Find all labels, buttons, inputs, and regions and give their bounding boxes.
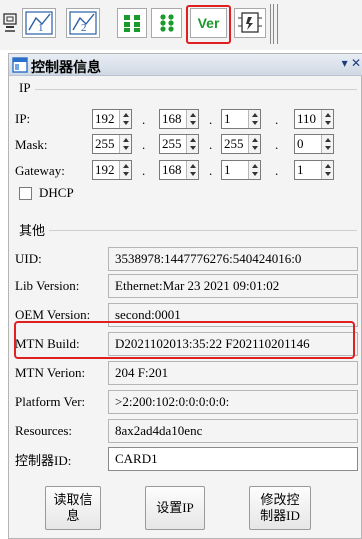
spinner-arrows-icon[interactable] bbox=[119, 110, 131, 128]
chart-2-icon[interactable]: 2 bbox=[66, 8, 100, 38]
panel-title: 控制器信息 bbox=[31, 59, 101, 75]
lib-version-field: Ethernet:Mar 23 2021 09:01:02 bbox=[108, 274, 358, 298]
svg-text:1: 1 bbox=[38, 22, 44, 34]
pin-dropdown-icon[interactable]: ▾ bbox=[342, 56, 348, 70]
mask-octet-4[interactable]: 0 bbox=[294, 134, 334, 154]
lib-version-label: Lib Version: bbox=[15, 278, 80, 293]
platform-ver-field: >2:200:102:0:0:0:0:0: bbox=[108, 390, 358, 414]
toolbar-divider bbox=[277, 4, 278, 44]
spinner-arrows-icon[interactable] bbox=[186, 110, 198, 128]
mtn-verion-field: 204 F:201 bbox=[108, 361, 358, 385]
resources-field: 8ax2ad4da10enc bbox=[108, 419, 358, 443]
mask-label: Mask: bbox=[15, 137, 48, 152]
ip-octet-4[interactable]: 110 bbox=[294, 109, 334, 129]
modify-id-label-line1: 修改控 bbox=[260, 492, 300, 507]
group-divider bbox=[35, 89, 357, 90]
device-icon[interactable] bbox=[234, 8, 266, 38]
svg-text:2: 2 bbox=[81, 22, 87, 34]
resources-label: Resources: bbox=[15, 423, 73, 438]
set-ip-label: 设置IP bbox=[156, 500, 194, 515]
spinner-arrows-icon[interactable] bbox=[248, 135, 260, 153]
read-info-label-line1: 读取信 bbox=[53, 492, 93, 507]
modify-controller-id-button[interactable]: 修改控 制器ID bbox=[249, 486, 311, 530]
mask-octet-1[interactable]: 255 bbox=[92, 134, 132, 154]
other-group-title: 其他 bbox=[19, 223, 46, 238]
spinner-arrows-icon[interactable] bbox=[321, 161, 333, 179]
modify-id-label-line2: 制器ID bbox=[260, 508, 300, 523]
mask-octet-2[interactable]: 255 bbox=[159, 134, 199, 154]
controller-id-label: 控制器ID: bbox=[15, 453, 72, 468]
controller-info-panel: 控制器信息 ▾ ✕ IP IP: 192 . 168 . 1 . 110 Mas… bbox=[8, 53, 362, 539]
panel-header: 控制器信息 ▾ ✕ bbox=[9, 54, 362, 76]
grid-icon[interactable] bbox=[117, 8, 147, 38]
toolbar: 1 2 Ver bbox=[0, 0, 362, 50]
spinner-arrows-icon[interactable] bbox=[119, 161, 131, 179]
platform-ver-label: Platform Ver: bbox=[15, 394, 86, 409]
ip-group-title: IP bbox=[19, 80, 31, 95]
controller-id-input[interactable]: CARD1 bbox=[108, 447, 358, 471]
panel-window-icon bbox=[12, 57, 28, 73]
gateway-octet-4[interactable]: 1 bbox=[294, 160, 334, 180]
uid-field: 3538978:1447776276:540424016:0 bbox=[108, 247, 358, 271]
dots-icon[interactable] bbox=[151, 8, 182, 38]
network-card-icon[interactable] bbox=[0, 8, 20, 38]
spinner-arrows-icon[interactable] bbox=[248, 161, 260, 179]
spinner-arrows-icon[interactable] bbox=[119, 135, 131, 153]
gateway-octet-3[interactable]: 1 bbox=[221, 160, 261, 180]
ip-octet-1[interactable]: 192 bbox=[92, 109, 132, 129]
ver-highlight-box bbox=[186, 5, 231, 44]
uid-label: UID: bbox=[15, 251, 42, 266]
spinner-arrows-icon[interactable] bbox=[248, 110, 260, 128]
spinner-arrows-icon[interactable] bbox=[186, 135, 198, 153]
spinner-arrows-icon[interactable] bbox=[321, 110, 333, 128]
mtn-build-highlight-box bbox=[14, 321, 355, 359]
close-icon[interactable]: ✕ bbox=[351, 56, 361, 70]
read-info-button[interactable]: 读取信 息 bbox=[45, 486, 101, 530]
read-info-label-line2: 息 bbox=[66, 508, 80, 523]
toolbar-divider bbox=[270, 4, 271, 44]
mask-octet-3[interactable]: 255 bbox=[221, 134, 261, 154]
panel-header-tools: ▾ ✕ bbox=[342, 56, 361, 70]
gateway-octet-1[interactable]: 192 bbox=[92, 160, 132, 180]
set-ip-button[interactable]: 设置IP bbox=[145, 486, 205, 530]
ip-octet-3[interactable]: 1 bbox=[221, 109, 261, 129]
dhcp-label: DHCP bbox=[39, 185, 74, 200]
gateway-octet-2[interactable]: 168 bbox=[159, 160, 199, 180]
spinner-arrows-icon[interactable] bbox=[186, 161, 198, 179]
toolbar-divider bbox=[273, 4, 274, 44]
mtn-verion-label: MTN Verion: bbox=[15, 365, 86, 380]
ip-label: IP: bbox=[15, 111, 31, 126]
group-divider bbox=[49, 230, 357, 231]
dhcp-checkbox[interactable] bbox=[19, 187, 32, 200]
ip-octet-2[interactable]: 168 bbox=[159, 109, 199, 129]
chart-1-icon[interactable]: 1 bbox=[22, 8, 56, 38]
gateway-label: Gateway: bbox=[15, 163, 65, 178]
spinner-arrows-icon[interactable] bbox=[321, 135, 333, 153]
